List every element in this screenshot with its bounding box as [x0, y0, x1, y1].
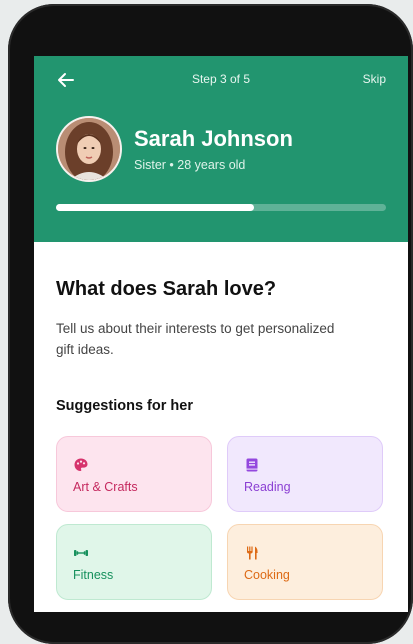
palette-icon	[74, 458, 88, 471]
interest-card-label: Fitness	[73, 568, 114, 582]
interest-card-reading[interactable]: Reading	[227, 436, 383, 512]
progress-bar	[56, 204, 386, 211]
page-title: What does Sarah love?	[56, 278, 277, 300]
profile-header: Step 3 of 5 Skip Sarah Johnson Sister • …	[34, 56, 408, 242]
step-indicator: Step 3 of 5	[191, 72, 251, 86]
interest-card-label: Art & Crafts	[73, 480, 138, 494]
interest-card-cooking[interactable]: Cooking	[227, 524, 383, 600]
top-bar: Step 3 of 5 Skip	[34, 70, 408, 90]
phone-frame: Step 3 of 5 Skip Sarah Johnson Sister • …	[8, 4, 413, 644]
progress-fill	[56, 204, 254, 211]
dumbbell-icon	[74, 550, 88, 556]
profile-subtitle: Sister • 28 years old	[134, 158, 246, 172]
interest-card-fitness[interactable]: Fitness	[56, 524, 212, 600]
avatar-portrait-icon	[58, 118, 120, 180]
app-screen: Step 3 of 5 Skip Sarah Johnson Sister • …	[34, 56, 408, 612]
interest-card-label: Reading	[244, 480, 291, 494]
utensils-icon	[247, 546, 258, 560]
profile-name: Sarah Johnson	[134, 126, 293, 151]
book-icon	[246, 458, 258, 472]
avatar	[56, 116, 122, 182]
interest-card-label: Cooking	[244, 568, 290, 582]
interest-card-art-crafts[interactable]: Art & Crafts	[56, 436, 212, 512]
page-description: Tell us about their interests to get per…	[56, 321, 335, 357]
skip-button[interactable]: Skip	[363, 72, 386, 86]
suggestions-heading: Suggestions for her	[56, 398, 193, 414]
